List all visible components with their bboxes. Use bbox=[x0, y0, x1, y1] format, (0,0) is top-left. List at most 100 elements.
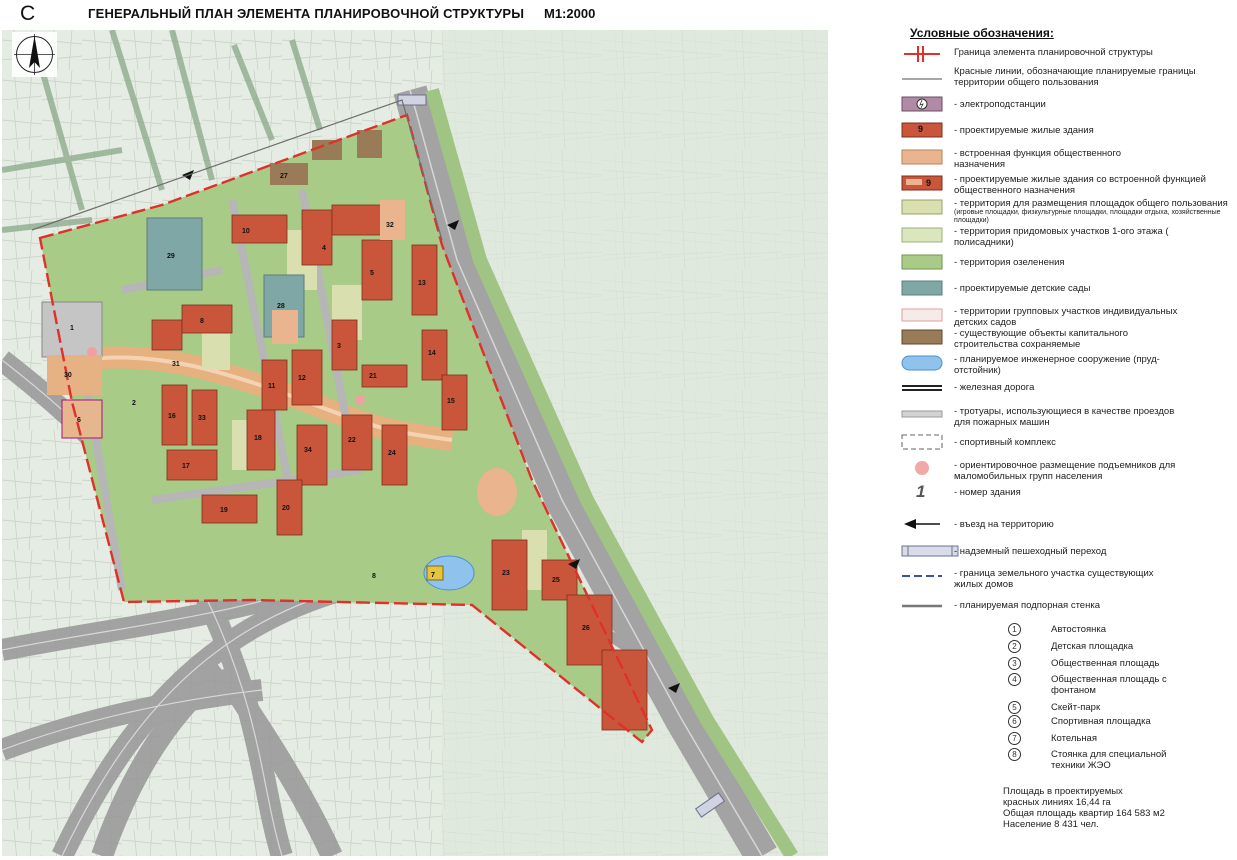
number-circle: 6 bbox=[1008, 715, 1021, 728]
legend-label: - встроенная функция общественного назна… bbox=[954, 148, 1122, 170]
label-b14: 14 bbox=[428, 350, 436, 357]
number-label: Спортивная площадка bbox=[1051, 716, 1151, 727]
label-b3: 3 bbox=[337, 343, 341, 350]
block-30 bbox=[47, 355, 102, 395]
railway-icon bbox=[902, 385, 942, 391]
label-b4: 4 bbox=[322, 245, 326, 252]
entry-arrow-icon bbox=[904, 519, 940, 529]
label-b32: 32 bbox=[386, 222, 394, 229]
kindergarten-icon bbox=[901, 280, 943, 296]
stat-apartments: Общая площадь квартир 164 583 м2 bbox=[1003, 808, 1165, 819]
legend-label: - территория озеленения bbox=[954, 257, 1065, 268]
legend-label: - въезд на территорию bbox=[954, 519, 1054, 530]
number-circle: 5 bbox=[1008, 701, 1021, 714]
overpass-icon bbox=[901, 545, 959, 557]
stat-area: Площадь в проектируемых красных линиях 1… bbox=[1003, 786, 1123, 808]
substation-icon bbox=[901, 96, 943, 112]
legend-label: - железная дорога bbox=[954, 382, 1035, 393]
label-b5: 5 bbox=[370, 270, 374, 277]
north-letter: С bbox=[20, 2, 36, 25]
legend-label: - электроподстанции bbox=[954, 99, 1046, 110]
label-b19: 19 bbox=[220, 507, 228, 514]
plan-statistics: Площадь в проектируемых красных линиях 1… bbox=[1003, 786, 1203, 830]
label-b26: 26 bbox=[582, 625, 590, 632]
number-label: Общественная площадь с фонтаном bbox=[1051, 674, 1167, 696]
number-circle: 8 bbox=[1008, 748, 1021, 761]
playground-icon bbox=[901, 199, 943, 215]
retaining-wall-icon bbox=[902, 604, 942, 608]
number-circle: 3 bbox=[1008, 657, 1021, 670]
label-b8b: 8 bbox=[372, 573, 376, 580]
number-circle: 2 bbox=[1008, 640, 1021, 653]
residential-public-icon bbox=[901, 175, 943, 191]
label-b8: 8 bbox=[200, 318, 204, 325]
number-circle: 7 bbox=[1008, 732, 1021, 745]
number-label: Скейт-парк bbox=[1051, 702, 1101, 713]
label-b11: 11 bbox=[268, 383, 276, 390]
legend-label: - проектируемые жилые здания bbox=[954, 125, 1094, 136]
number-label: Котельная bbox=[1051, 733, 1097, 744]
label-b12: 12 bbox=[298, 375, 306, 382]
label-b29: 29 bbox=[167, 253, 175, 260]
boundary-symbol-icon bbox=[904, 46, 940, 62]
label-b15: 15 bbox=[447, 398, 455, 405]
public-function-icon bbox=[901, 149, 943, 165]
legend-label: Красные линии, обозначающие планируемые … bbox=[954, 66, 1196, 88]
legend-label: - надземный пешеходный переход bbox=[954, 546, 1107, 557]
legend-label: - планируемое инженерное сооружение (пру… bbox=[954, 354, 1160, 376]
label-b24: 24 bbox=[388, 450, 396, 457]
lift-icon bbox=[915, 461, 929, 475]
greenery-icon bbox=[901, 254, 943, 270]
legend-label: - проектируемые детские сады bbox=[954, 283, 1091, 294]
label-b18: 18 bbox=[254, 435, 262, 442]
plan-scale: М1:2000 bbox=[544, 6, 596, 21]
gray-line-icon bbox=[902, 78, 942, 80]
legend-label: - номер здания bbox=[954, 487, 1021, 498]
plan-title: ГЕНЕРАЛЬНЫЙ ПЛАН ЭЛЕМЕНТА ПЛАНИРОВОЧНОЙ … bbox=[88, 6, 525, 21]
number-label: Детская площадка bbox=[1051, 641, 1134, 652]
legend-label: - территория придомовых участков 1-ого э… bbox=[954, 226, 1169, 248]
boiler-house-7 bbox=[426, 565, 444, 581]
north-arrow-icon bbox=[12, 32, 57, 77]
number-label: Стоянка для специальной техники ЖЭО bbox=[1051, 749, 1167, 771]
legend-label: - спортивный комплекс bbox=[954, 437, 1056, 448]
label-b13: 13 bbox=[418, 280, 426, 287]
label-b21: 21 bbox=[369, 373, 377, 380]
label-b30: 30 bbox=[64, 372, 72, 379]
residential-public-badge: 9 bbox=[926, 178, 932, 188]
sports-complex-icon bbox=[901, 434, 943, 450]
sports-ground-6 bbox=[61, 399, 103, 439]
label-b10: 10 bbox=[242, 228, 250, 235]
legend-label: - ориентировочное размещение подъемников… bbox=[954, 460, 1176, 482]
label-b20: 20 bbox=[282, 505, 290, 512]
legend-label: - территория для размещения площадок общ… bbox=[954, 198, 1228, 209]
label-b23: 23 bbox=[502, 570, 510, 577]
label-b1: 1 bbox=[70, 325, 74, 332]
label-b6: 6 bbox=[77, 417, 81, 424]
building-number-badge: 1 bbox=[916, 482, 926, 501]
label-b28: 28 bbox=[277, 303, 285, 310]
legend-label: - существующие объекты капитального стро… bbox=[954, 328, 1129, 350]
number-label: Общественная площадь bbox=[1051, 658, 1160, 669]
master-plan-map[interactable]: 10 4 32 13 14 15 5 3 12 11 29 28 27 8 31… bbox=[2, 30, 828, 856]
number-label: Автостоянка bbox=[1051, 624, 1107, 635]
front-garden-icon bbox=[901, 227, 943, 243]
header: С ГЕНЕРАЛЬНЫЙ ПЛАН ЭЛЕМЕНТА ПЛАНИРОВОЧНО… bbox=[0, 0, 1237, 28]
legend-sublabel: (игровые площадки, физкультурные площадк… bbox=[954, 209, 1221, 224]
existing-building-icon bbox=[901, 329, 943, 345]
label-b25: 25 bbox=[552, 577, 560, 584]
label-b22: 22 bbox=[348, 437, 356, 444]
legend-label: Граница элемента планировочной структуры bbox=[954, 47, 1153, 58]
label-b34: 34 bbox=[304, 447, 312, 454]
legend-label: - территории групповых участков индивиду… bbox=[954, 306, 1178, 328]
label-b16: 16 bbox=[168, 413, 176, 420]
blue-dashed-icon bbox=[902, 575, 942, 577]
number-circle: 4 bbox=[1008, 673, 1021, 686]
label-b27: 27 bbox=[280, 173, 288, 180]
stat-population: Население 8 431 чел. bbox=[1003, 819, 1099, 830]
legend-title: Условные обозначения: bbox=[910, 26, 1054, 40]
sidewalk-icon bbox=[901, 410, 943, 418]
label-b33: 33 bbox=[198, 415, 206, 422]
legend-label: - проектируемые жилые здания со встроенн… bbox=[954, 174, 1206, 196]
number-circle: 1 bbox=[1008, 623, 1021, 636]
